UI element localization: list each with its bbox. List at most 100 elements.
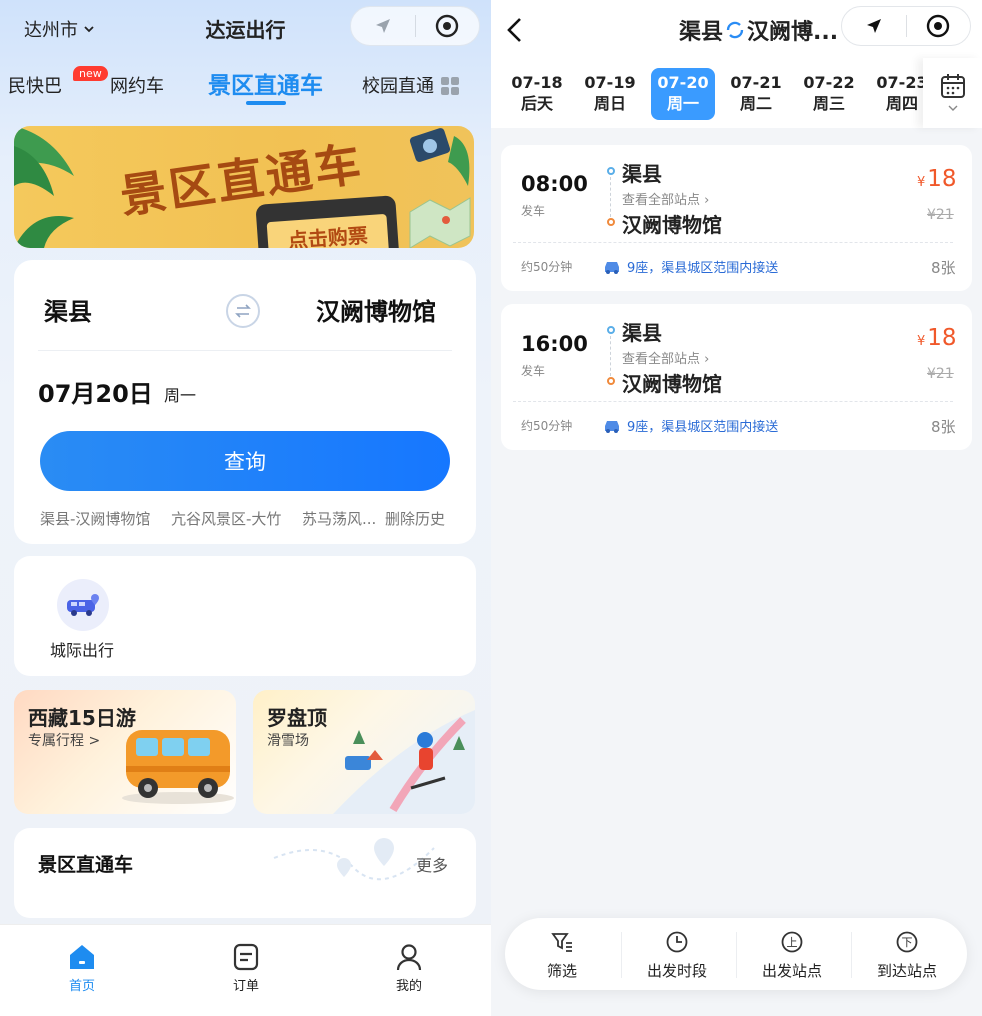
history-item[interactable]: 苏马荡风... <box>302 508 376 529</box>
location-button[interactable] <box>351 7 415 45</box>
bus-location-icon <box>67 594 99 616</box>
history-item[interactable]: 亢谷风景区-大竹 <box>171 508 281 529</box>
alighting-station-icon: 下 <box>896 931 918 953</box>
route-from: 渠县 <box>679 20 724 45</box>
promo-luopanding-ski[interactable]: 罗盘顶 滑雪场 <box>253 690 475 814</box>
new-badge: new <box>73 66 108 81</box>
order-icon <box>233 943 259 971</box>
calendar-icon <box>940 74 965 98</box>
more-link[interactable]: 更多 <box>416 852 448 876</box>
tab-citizen-bus[interactable]: 民快巴 <box>8 72 62 98</box>
original-price: ¥21 <box>927 366 954 382</box>
origin-stop: 渠县 <box>622 162 662 186</box>
tab-campus-shuttle[interactable]: 校园直通 <box>362 72 434 98</box>
destination-dot-icon <box>607 218 615 226</box>
date-chip[interactable]: 07-22 周三 <box>797 68 861 120</box>
location-button[interactable] <box>842 7 906 45</box>
travel-weekday: 周一 <box>164 386 197 405</box>
destination-stop: 汉阙博物馆 <box>622 213 722 237</box>
trip-price: ¥18 <box>917 325 957 351</box>
route-line <box>610 177 611 217</box>
minibus-icon <box>122 730 234 804</box>
divider <box>513 401 953 402</box>
banner-cta: 点击购票 <box>266 213 390 248</box>
trip-price: ¥18 <box>917 166 957 192</box>
home-screen: 达州市 达运出行 民快巴 网约车 景区直通车 校园直通 new 景区直通车 点击… <box>0 0 491 1016</box>
destination-dot-icon <box>607 377 615 385</box>
view-all-stops-link[interactable]: 查看全部站点 › <box>622 189 709 208</box>
tab-scenic-shuttle[interactable]: 景区直通车 <box>208 66 323 100</box>
active-tab-indicator <box>246 101 286 105</box>
tab-orders[interactable]: 订单 <box>206 939 286 994</box>
date-chip[interactable]: 07-21 周二 <box>724 68 788 120</box>
navigation-arrow-icon <box>866 19 881 33</box>
map-icon <box>409 197 471 248</box>
departure-label: 发车 <box>521 204 546 218</box>
chevron-right-icon: › <box>704 193 710 208</box>
svg-text:下: 下 <box>902 936 913 949</box>
record-target-icon <box>436 14 459 38</box>
date-chip[interactable]: 07-18 后天 <box>505 68 569 120</box>
mini-program-capsule <box>841 6 971 46</box>
arrival-station-filter[interactable]: 下 到达站点 <box>862 930 952 981</box>
tab-home[interactable]: 首页 <box>42 939 122 994</box>
leaf-icon <box>14 216 74 248</box>
divider <box>513 242 953 243</box>
chevron-down-icon <box>948 105 957 111</box>
promo-title: 罗盘顶 <box>267 706 327 730</box>
departure-time-filter[interactable]: 出发时段 <box>632 930 722 981</box>
seat-info: 9座，渠县城区范围内接送 <box>603 257 778 276</box>
tab-label: 我的 <box>395 979 422 994</box>
camera-icon <box>409 128 470 186</box>
tab-profile[interactable]: 我的 <box>369 939 449 994</box>
capsule-close-button[interactable] <box>907 7 971 45</box>
view-all-stops-link[interactable]: 查看全部站点 › <box>622 348 709 367</box>
travel-date[interactable]: 07月20日 <box>38 374 153 409</box>
swap-button[interactable] <box>226 294 260 328</box>
departure-city[interactable]: 渠县 <box>44 292 92 327</box>
ski-slope-icon <box>333 710 475 814</box>
destination-stop: 汉阙博物馆 <box>622 372 722 396</box>
intercity-service-button[interactable] <box>57 579 109 631</box>
calendar-button[interactable] <box>923 58 982 128</box>
filter-button[interactable]: 筛选 <box>517 930 607 981</box>
record-target-icon <box>927 14 950 38</box>
back-arrow-icon[interactable] <box>505 16 525 44</box>
promo-subtitle: 专属行程 > <box>28 733 101 749</box>
history-item[interactable]: 渠县-汉阙博物馆 <box>40 508 150 529</box>
capsule-close-button[interactable] <box>416 7 480 45</box>
route-line <box>610 336 611 376</box>
promo-subtitle: 滑雪场 <box>267 733 309 749</box>
palm-leaf-icon <box>14 126 74 196</box>
clear-history-button[interactable]: 删除历史 <box>385 508 445 529</box>
promo-tibet-tour[interactable]: 西藏15日游 专属行程 > <box>14 690 236 814</box>
car-icon <box>605 261 619 274</box>
departure-time: 16:00 <box>521 332 588 356</box>
origin-stop: 渠县 <box>622 321 662 345</box>
trip-duration: 约50分钟 <box>521 419 573 433</box>
svg-text:上: 上 <box>787 936 798 949</box>
tab-label: 订单 <box>232 979 259 994</box>
profile-icon <box>396 944 422 971</box>
departure-station-filter[interactable]: 上 出发站点 <box>747 930 837 981</box>
grid-menu-icon[interactable] <box>440 76 460 96</box>
section-title: 景区直通车 <box>38 854 134 876</box>
date-chip-selected[interactable]: 07-20 周一 <box>651 68 715 120</box>
swap-arrows-icon <box>235 304 251 318</box>
filter-icon <box>551 933 572 952</box>
tickets-remaining: 8张 <box>931 418 956 436</box>
mini-program-capsule <box>350 6 480 46</box>
query-button[interactable]: 查询 <box>40 431 450 491</box>
round-trip-icon <box>726 21 744 39</box>
trip-list-screen: 渠县 汉阙博... 07-18 后天 07-19 周日 07-20 周一 07-21 周… <box>491 0 982 1016</box>
promo-banner[interactable]: 景区直通车 点击购票 <box>14 126 474 248</box>
destination-city[interactable]: 汉阙博物馆 <box>316 292 436 327</box>
date-selector: 07-18 后天 07-19 周日 07-20 周一 07-21 周二 07-22 周三 … <box>491 58 982 128</box>
date-chip[interactable]: 07-19 周日 <box>578 68 642 120</box>
car-icon <box>605 420 619 433</box>
trip-duration: 约50分钟 <box>521 260 573 274</box>
navigation-arrow-icon <box>375 19 390 33</box>
route-to: 汉阙博... <box>747 20 839 45</box>
home-icon <box>70 945 94 969</box>
tab-ride-hailing[interactable]: 网约车 <box>110 72 164 98</box>
